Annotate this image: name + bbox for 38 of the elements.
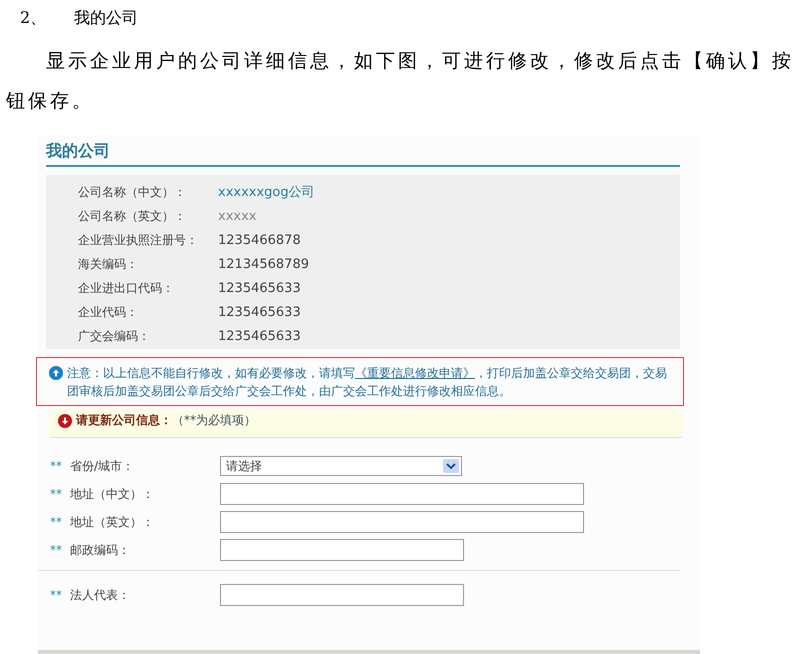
input-field[interactable] — [220, 584, 464, 606]
required-mark: ** — [50, 588, 63, 602]
info-value: xxxxx — [218, 208, 256, 224]
input-field[interactable] — [220, 539, 464, 561]
info-label: 企业代码： — [78, 304, 139, 320]
field-label: 地址（英文）： — [70, 514, 155, 530]
hint-label: 请更新公司信息： — [76, 412, 172, 429]
info-value: 12134568789 — [218, 256, 309, 272]
info-label: 广交会编码： — [78, 328, 151, 344]
info-value: 1235465633 — [218, 280, 301, 296]
intro-paragraph: 显示企业用户的公司详细信息，如下图，可进行修改，修改后点击【确认】按钮保存。 — [6, 49, 795, 114]
info-label: 公司名称（中文）： — [78, 184, 187, 200]
notice-text: 注意：以上信息不能自行修改，如有必要修改，请填写《重要信息修改申请》，打印后加盖公章交给交易团，交易团审核后加盖交易团公章后交给广交会工作处，由广交会工作处进行修改相应信息。 — [67, 365, 668, 400]
panel-title: 我的公司 — [46, 141, 680, 167]
info-label: 海关编码： — [78, 256, 139, 272]
info-label: 企业进出口代码： — [78, 280, 175, 296]
input-field[interactable] — [220, 511, 584, 533]
section-title: 我的公司 — [74, 8, 138, 29]
section-number: 2、 — [20, 8, 46, 29]
caret-icon — [443, 459, 459, 473]
field-label: 法人代表： — [70, 586, 131, 604]
info-label: 企业营业执照注册号： — [78, 232, 199, 248]
application-link[interactable]: 《重要信息修改申请》 — [355, 366, 475, 380]
hint-note: （**为必填项） — [172, 412, 256, 429]
required-mark: ** — [50, 515, 63, 529]
info-value: 1235465633 — [218, 328, 301, 344]
field-label: 地址（中文）： — [70, 486, 155, 502]
info-value: 1235466878 — [218, 232, 301, 248]
field-label: 省份/城市： — [70, 458, 136, 474]
info-value: 1235465633 — [218, 304, 301, 320]
info-label: 公司名称（英文）： — [78, 208, 187, 224]
info-value: xxxxxxgog公司 — [218, 184, 315, 201]
required-mark: ** — [50, 543, 63, 557]
input-field[interactable] — [220, 483, 584, 505]
required-mark: ** — [50, 459, 63, 473]
province-dropdown[interactable]: 请选择 — [220, 456, 462, 476]
field-label: 邮政编码： — [70, 542, 131, 558]
required-mark: ** — [50, 487, 63, 501]
